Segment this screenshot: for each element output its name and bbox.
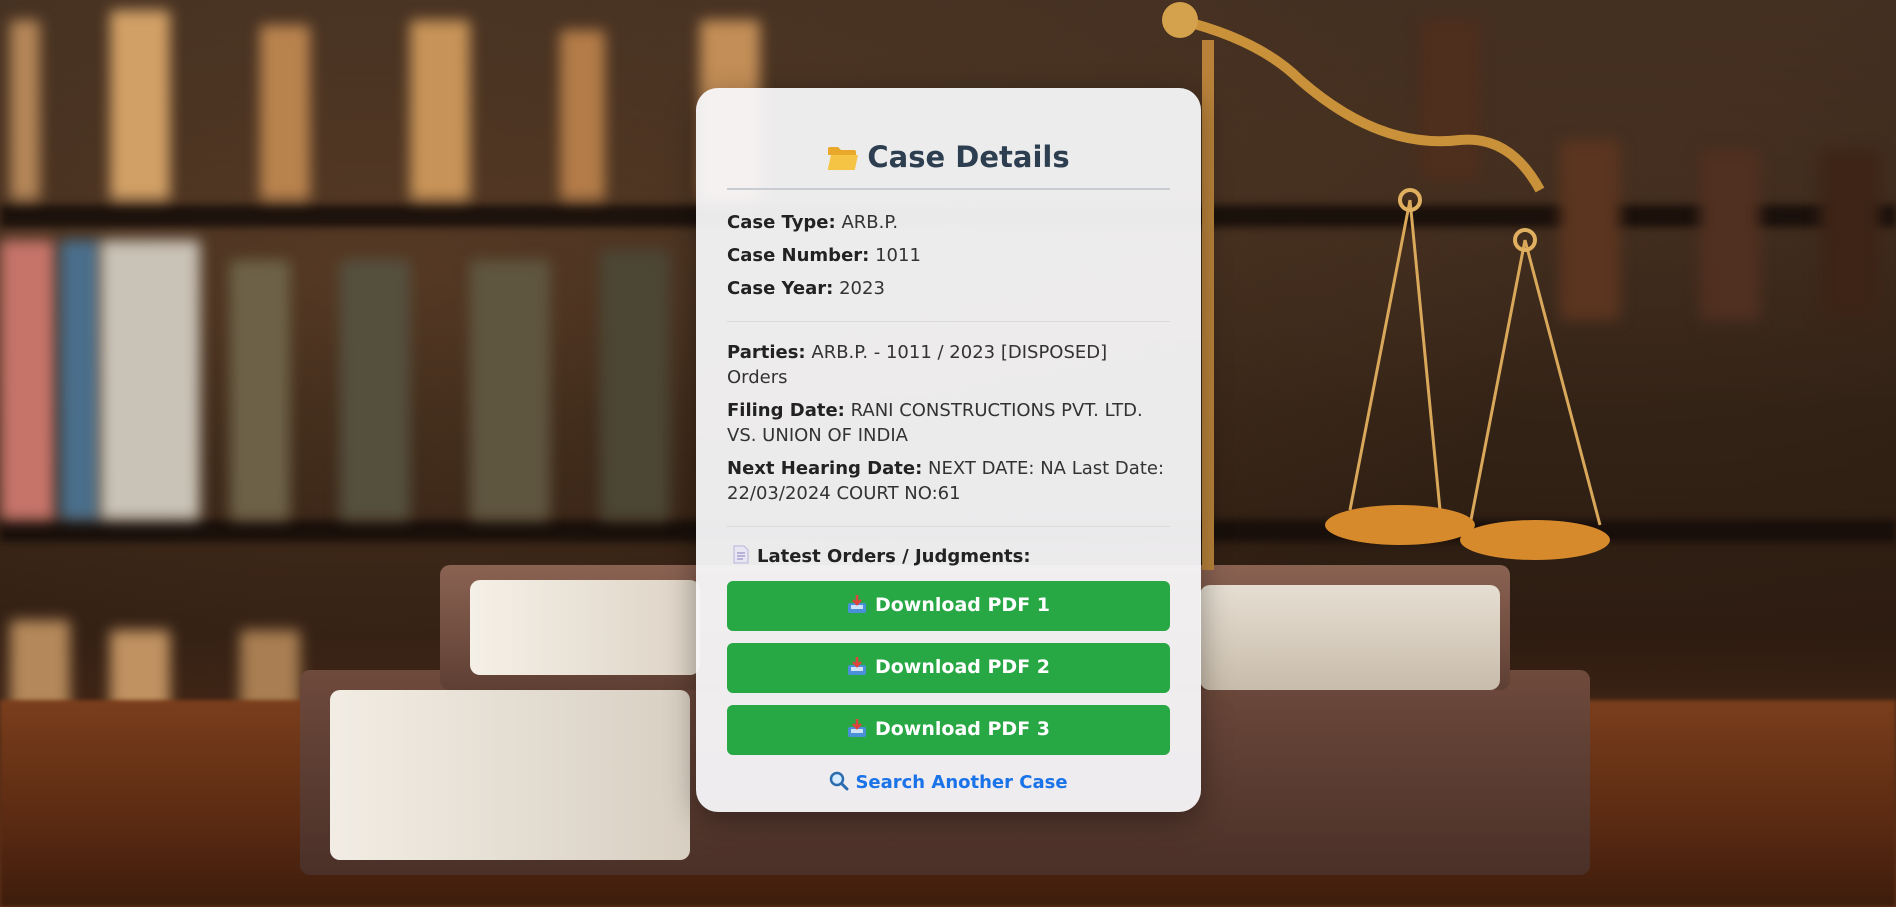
field-filing-date: Filing Date: RANI CONSTRUCTIONS PVT. LTD… [727,400,1143,446]
case-details-card: Case Details Case Type: ARB.P. Case Numb… [696,88,1201,812]
field-case-year: Case Year: 2023 [727,278,885,299]
inbox-tray-icon [847,656,867,681]
magnifier-icon [829,771,849,796]
field-case-number: Case Number: 1011 [727,245,921,266]
folder-icon [827,144,859,178]
download-pdf-1-button[interactable]: Download PDF 1 [727,581,1170,631]
orders-heading: Latest Orders / Judgments: [733,545,1170,569]
document-icon [733,545,749,569]
inbox-tray-icon [847,594,867,619]
divider [727,526,1170,527]
case-details-fields: Parties: ARB.P. - 1011 / 2023 [DISPOSED]… [727,340,1170,506]
card-title: Case Details [727,140,1170,190]
field-parties: Parties: ARB.P. - 1011 / 2023 [DISPOSED]… [727,342,1108,388]
field-case-type: Case Type: ARB.P. [727,212,899,233]
download-pdf-3-button[interactable]: Download PDF 3 [727,705,1170,755]
search-another-case-link[interactable]: Search Another Case [727,771,1170,796]
inbox-tray-icon [847,718,867,743]
case-fields: Case Type: ARB.P. Case Number: 1011 Case… [727,210,1170,301]
field-next-hearing-date: Next Hearing Date: NEXT DATE: NA Last Da… [727,458,1165,504]
divider [727,321,1170,322]
card-title-text: Case Details [867,140,1070,174]
download-pdf-2-button[interactable]: Download PDF 2 [727,643,1170,693]
